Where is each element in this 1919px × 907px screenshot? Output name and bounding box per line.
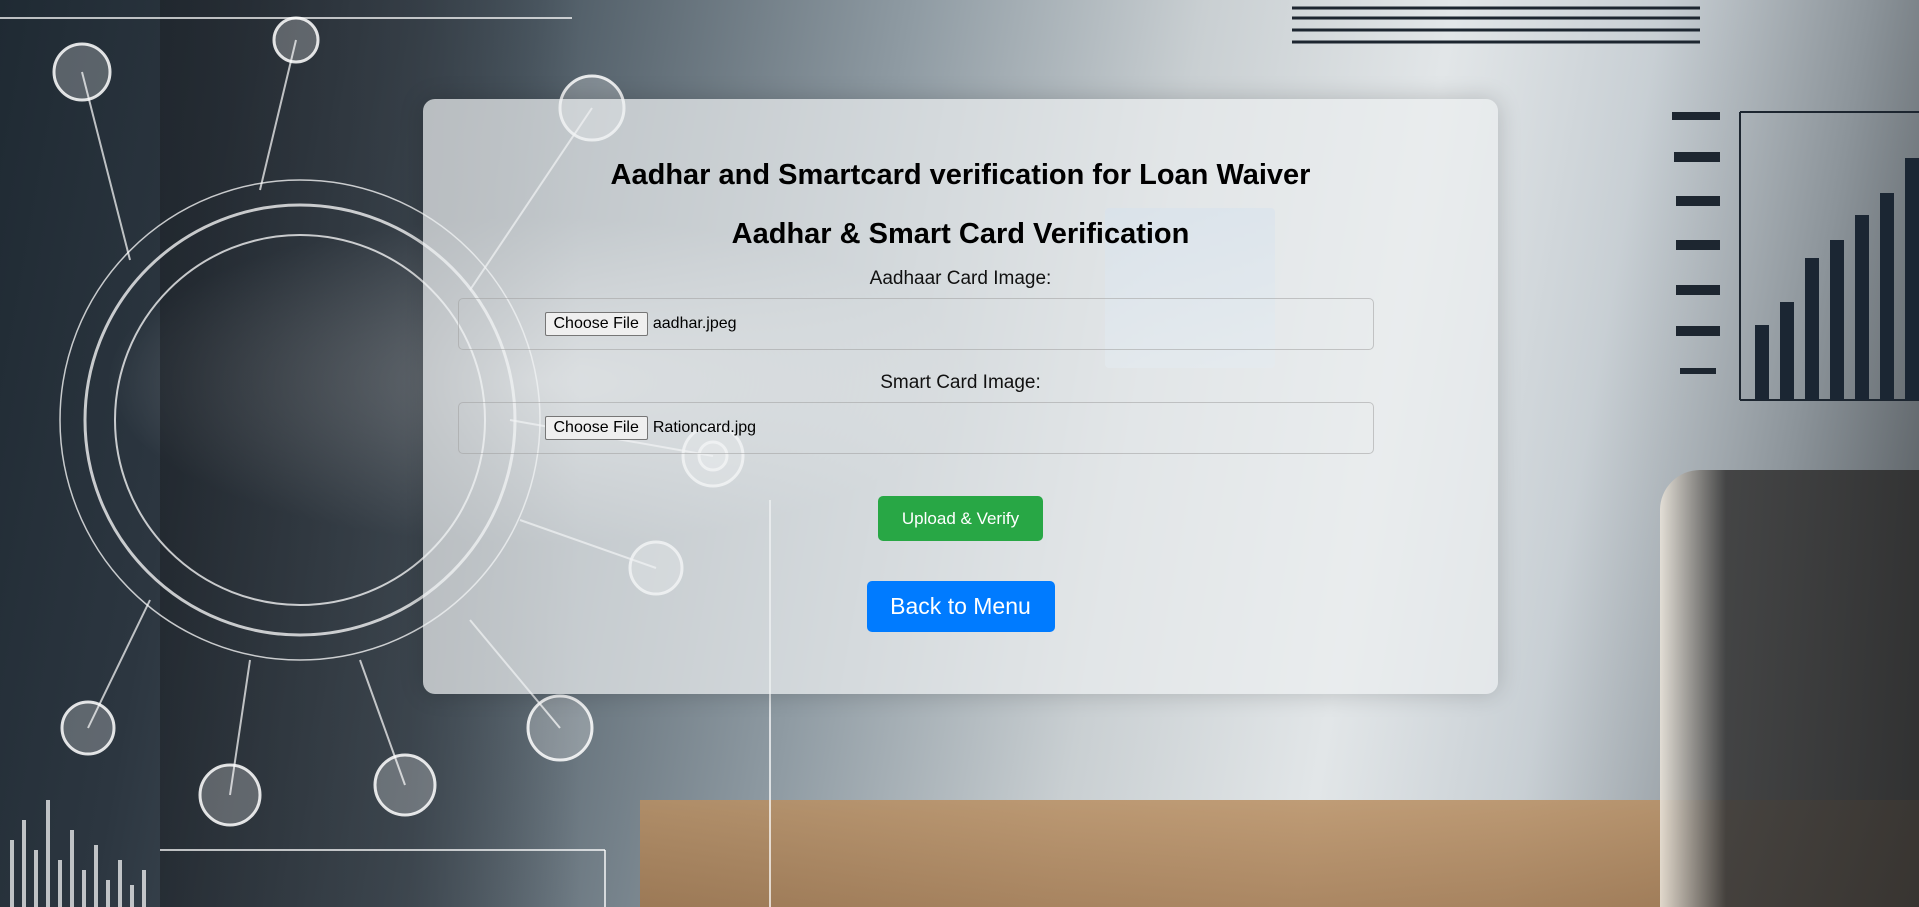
smartcard-choose-file-button[interactable]: Choose File bbox=[544, 416, 648, 440]
smartcard-file-name: Rationcard.jpg bbox=[652, 419, 757, 436]
form-title: Aadhar & Smart Card Verification bbox=[731, 218, 1190, 250]
smartcard-file-input[interactable]: Choose File Rationcard.jpg bbox=[457, 402, 1374, 454]
aadhaar-choose-file-button[interactable]: Choose File bbox=[544, 312, 648, 336]
upload-verify-button[interactable]: Upload & Verify bbox=[878, 496, 1043, 541]
back-to-menu-button[interactable]: Back to Menu bbox=[866, 581, 1055, 632]
aadhaar-file-input[interactable]: Choose File aadhar.jpeg bbox=[457, 298, 1374, 350]
aadhaar-file-name: aadhar.jpeg bbox=[652, 315, 737, 332]
aadhaar-label: Aadhaar Card Image: bbox=[869, 268, 1052, 289]
smartcard-label: Smart Card Image: bbox=[880, 372, 1041, 393]
page-title: Aadhar and Smartcard verification for Lo… bbox=[610, 159, 1311, 191]
verification-card: Aadhar and Smartcard verification for Lo… bbox=[423, 99, 1498, 694]
